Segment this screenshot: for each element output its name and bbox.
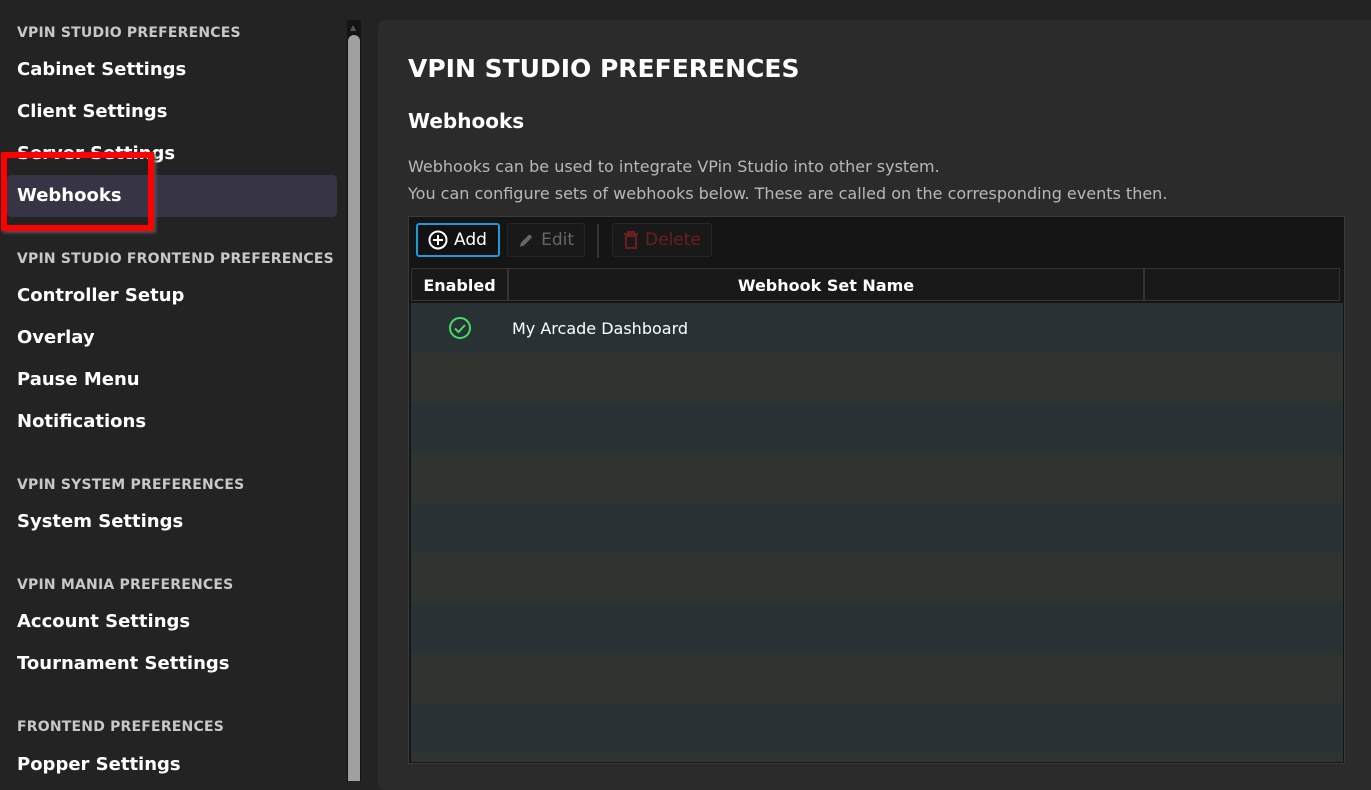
sidebar-item-notifications[interactable]: Notifications — [7, 401, 337, 443]
section-title: VPIN STUDIO FRONTEND PREFERENCES — [17, 251, 334, 267]
add-label: Add — [454, 230, 487, 250]
add-button[interactable]: Add — [416, 223, 500, 257]
empty-row — [411, 653, 1343, 703]
sidebar-item-account-settings[interactable]: Account Settings — [7, 601, 337, 643]
check-circle-icon — [448, 317, 471, 339]
empty-row — [411, 403, 1343, 453]
empty-row — [411, 453, 1343, 503]
table-row[interactable]: My Arcade Dashboard — [411, 303, 1343, 353]
section-heading: Webhooks — [408, 109, 525, 133]
edit-button[interactable]: Edit — [507, 223, 585, 257]
empty-row — [411, 603, 1343, 653]
page-title: VPIN STUDIO PREFERENCES — [408, 54, 800, 83]
sidebar-item-webhooks[interactable]: Webhooks — [7, 175, 337, 217]
sidebar-item-overlay[interactable]: Overlay — [7, 317, 337, 359]
sidebar: VPIN STUDIO PREFERENCES Cabinet Settings… — [0, 0, 345, 781]
section-title: FRONTEND PREFERENCES — [17, 719, 224, 735]
pencil-icon — [519, 234, 533, 247]
delete-label: Delete — [645, 230, 701, 250]
sidebar-item-popper-settings[interactable]: Popper Settings — [7, 744, 337, 786]
section-title: VPIN SYSTEM PREFERENCES — [17, 477, 245, 493]
table-body: My Arcade Dashboard — [411, 303, 1343, 762]
column-header-name[interactable]: Webhook Set Name — [508, 268, 1144, 301]
section-title: VPIN STUDIO PREFERENCES — [17, 25, 241, 41]
sidebar-item-pause-menu[interactable]: Pause Menu — [7, 359, 337, 401]
toolbar-separator — [597, 224, 599, 258]
sidebar-item-server-settings[interactable]: Server Settings — [7, 133, 337, 175]
enabled-cell — [411, 316, 508, 340]
section-title: VPIN MANIA PREFERENCES — [17, 577, 234, 593]
empty-row — [411, 753, 1343, 762]
webhook-set-name: My Arcade Dashboard — [512, 318, 689, 338]
delete-button[interactable]: Delete — [612, 223, 712, 257]
sidebar-item-tournament-settings[interactable]: Tournament Settings — [7, 643, 337, 685]
column-header-extra[interactable] — [1144, 268, 1340, 301]
description-line: You can configure sets of webhooks below… — [408, 184, 1168, 203]
column-header-enabled[interactable]: Enabled — [411, 268, 508, 301]
plus-circle-icon — [428, 230, 448, 250]
empty-row — [411, 503, 1343, 553]
sidebar-item-controller-setup[interactable]: Controller Setup — [7, 275, 337, 317]
edit-label: Edit — [541, 230, 574, 250]
scroll-up-icon[interactable]: ▲ — [350, 23, 356, 32]
empty-row — [411, 553, 1343, 603]
empty-row — [411, 703, 1343, 753]
scrollbar-thumb[interactable] — [348, 35, 360, 781]
sidebar-item-cabinet-settings[interactable]: Cabinet Settings — [7, 49, 337, 91]
trash-icon — [624, 231, 638, 249]
sidebar-item-client-settings[interactable]: Client Settings — [7, 91, 337, 133]
empty-row — [411, 353, 1343, 403]
sidebar-item-system-settings[interactable]: System Settings — [7, 501, 337, 543]
description-line: Webhooks can be used to integrate VPin S… — [408, 157, 940, 176]
